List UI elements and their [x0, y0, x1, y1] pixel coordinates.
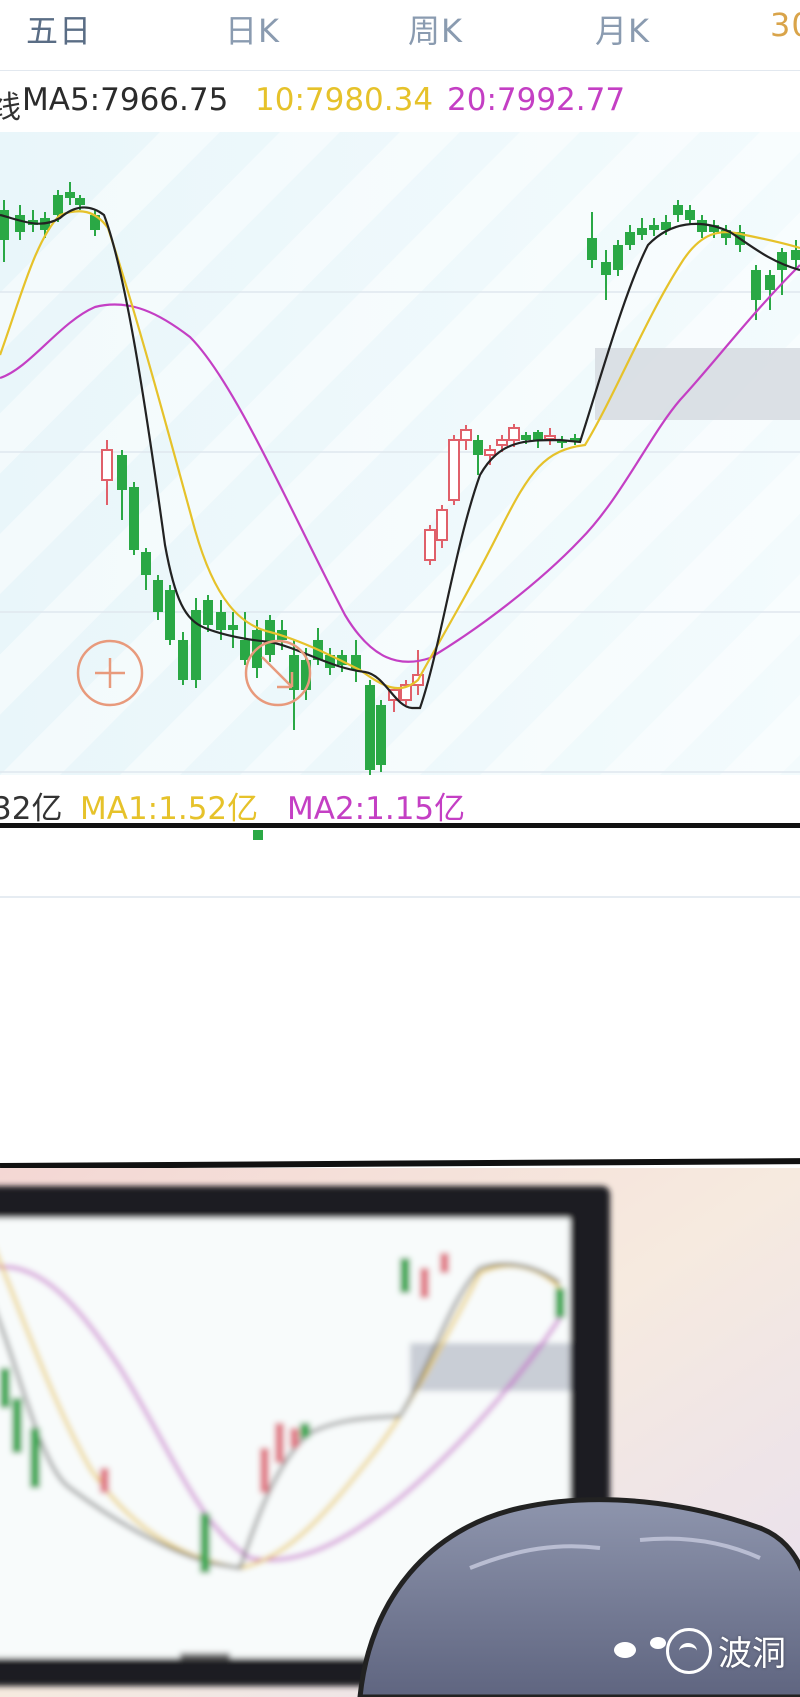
candlestick-chart-canvas — [0, 132, 800, 775]
candle-body — [544, 435, 556, 440]
ma20-value: 20:7992.77 — [447, 82, 626, 118]
period-tab-bar: 五日 日K 周K 月K 30 — [0, 0, 800, 60]
tab-daily-k[interactable]: 日K — [225, 6, 280, 52]
candle-body — [153, 580, 163, 612]
candle-body — [376, 705, 386, 765]
candle-body — [765, 275, 775, 290]
candle-body — [751, 270, 761, 300]
illustration-panel: 波洞 — [0, 1168, 800, 1697]
volume-ma2-value: MA2:1.15亿 — [287, 791, 466, 827]
ma-legend-prefix: 线 — [0, 90, 21, 126]
candle-body — [436, 509, 448, 541]
candle-body — [448, 439, 460, 501]
tab-weekly-k[interactable]: 周K — [408, 6, 463, 52]
ma10-value: 10:7980.34 — [255, 82, 434, 118]
volume-value: 32亿 — [0, 791, 63, 827]
candle-body — [117, 455, 127, 490]
candle-body — [613, 245, 623, 270]
ma-legend: 线 MA5:7966.75 10:7980.34 20:7992.77 — [0, 82, 800, 128]
candle-body — [508, 427, 520, 441]
candle-body — [228, 625, 238, 630]
candle-body — [649, 225, 659, 230]
divider — [0, 70, 800, 71]
panel-border — [0, 823, 800, 828]
candle-body — [203, 600, 213, 625]
candle-body — [697, 220, 707, 232]
candle-body — [460, 429, 472, 441]
candle-body — [15, 215, 25, 232]
candle-body — [129, 487, 139, 550]
candle-body — [265, 620, 275, 655]
candle-body — [216, 612, 226, 630]
candle-body — [473, 440, 483, 455]
tab-30-minute[interactable]: 30 — [770, 6, 800, 44]
candle-body — [365, 685, 375, 770]
tab-five-day[interactable]: 五日 — [26, 6, 92, 52]
candle-body — [587, 238, 597, 260]
volume-bar — [253, 830, 263, 840]
candle-body — [625, 232, 635, 245]
candle-body — [521, 435, 531, 440]
candle-body — [141, 552, 151, 575]
tab-monthly-k[interactable]: 月K — [595, 6, 650, 52]
candle-body — [601, 262, 611, 275]
highlight-zone — [595, 348, 800, 420]
candle-body — [484, 449, 496, 456]
candle-body — [496, 439, 508, 446]
candle-body — [637, 228, 647, 235]
candle-body — [75, 198, 85, 205]
candle-body — [65, 192, 75, 198]
ma5-value: MA5:7966.75 — [22, 82, 229, 118]
volume-ma1-value: MA1:1.52亿 — [80, 791, 259, 827]
watermark: 波洞 — [666, 1626, 786, 1675]
candle-body — [53, 195, 63, 215]
candle-body — [791, 250, 800, 260]
candle-body — [673, 205, 683, 215]
candle-body — [240, 640, 250, 660]
candlestick-chart[interactable] — [0, 132, 800, 775]
candle-body — [533, 432, 543, 440]
candle-body — [424, 529, 436, 561]
candle-body — [165, 590, 175, 640]
divider — [0, 896, 800, 898]
monitor-illustration — [0, 1168, 800, 1697]
wave-logo-icon — [666, 1627, 712, 1674]
candle-body — [178, 640, 188, 680]
candle-body — [685, 210, 695, 220]
watermark-text: 波洞 — [718, 1634, 786, 1674]
candle-body — [101, 449, 113, 481]
